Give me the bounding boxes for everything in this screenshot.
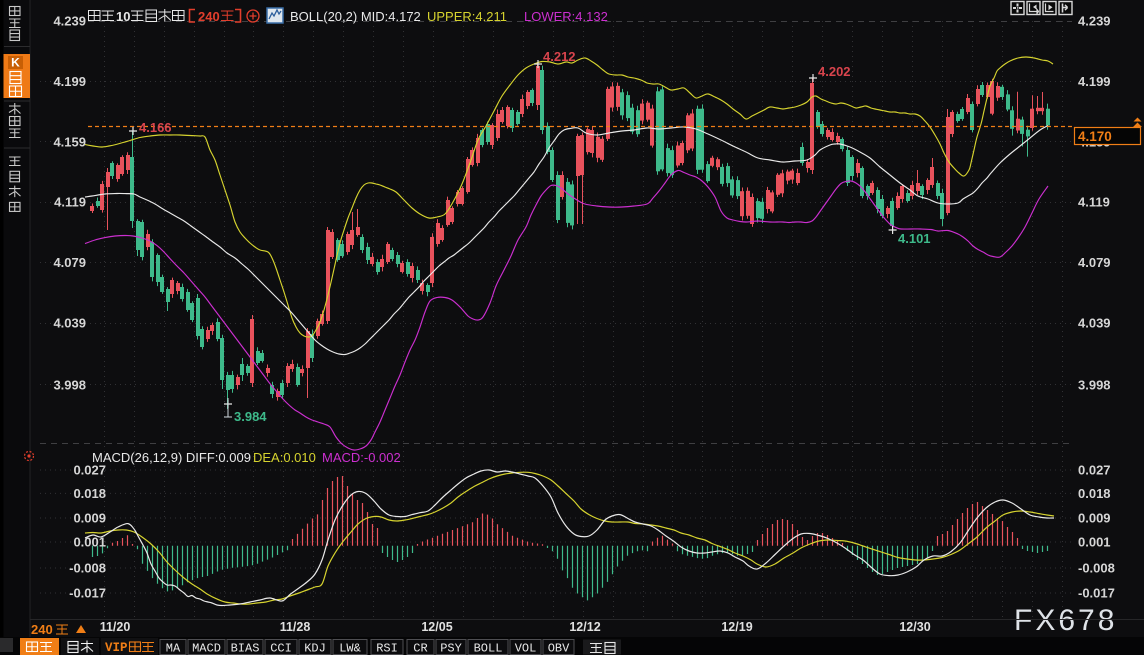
svg-text:4.166: 4.166 xyxy=(139,120,172,135)
svg-text:-0.017: -0.017 xyxy=(69,586,106,601)
svg-text:DEA:0.010: DEA:0.010 xyxy=(253,450,316,465)
svg-text:12/12: 12/12 xyxy=(569,620,600,634)
svg-text:0.009: 0.009 xyxy=(73,511,106,526)
svg-text:MACD: MACD xyxy=(192,642,221,655)
svg-text:240: 240 xyxy=(31,622,53,637)
svg-text:4.079: 4.079 xyxy=(53,255,86,270)
svg-text:0.018: 0.018 xyxy=(1078,486,1111,501)
svg-text:-0.008: -0.008 xyxy=(69,561,106,576)
svg-text:4.101: 4.101 xyxy=(898,231,931,246)
svg-text:11/20: 11/20 xyxy=(100,620,131,634)
svg-text:BIAS: BIAS xyxy=(231,642,260,655)
svg-text:3.998: 3.998 xyxy=(1078,377,1111,392)
svg-text:0.018: 0.018 xyxy=(73,486,106,501)
svg-text:MACD:-0.002: MACD:-0.002 xyxy=(322,450,401,465)
svg-text:10: 10 xyxy=(116,9,130,24)
svg-text:K: K xyxy=(11,56,20,70)
svg-text:3.984: 3.984 xyxy=(234,409,267,424)
svg-text:FX678: FX678 xyxy=(1014,604,1117,637)
svg-text:4.239: 4.239 xyxy=(53,14,86,29)
svg-text:0.027: 0.027 xyxy=(1078,463,1111,478)
svg-text:3.998: 3.998 xyxy=(53,377,86,392)
svg-text:RSI: RSI xyxy=(376,642,398,655)
svg-text:0.009: 0.009 xyxy=(1078,511,1111,526)
svg-text:MA: MA xyxy=(166,642,181,655)
svg-text:12/30: 12/30 xyxy=(899,620,930,634)
svg-text:4.199: 4.199 xyxy=(53,74,86,89)
svg-text:4.199: 4.199 xyxy=(1078,74,1111,89)
svg-text:CCI: CCI xyxy=(270,642,292,655)
svg-text:4.159: 4.159 xyxy=(53,134,86,149)
svg-text:4.170: 4.170 xyxy=(1078,129,1112,144)
svg-text:12/19: 12/19 xyxy=(721,620,752,634)
svg-text:LOWER:4.132: LOWER:4.132 xyxy=(524,9,608,24)
svg-text:0.001: 0.001 xyxy=(73,535,106,550)
svg-text:OBV: OBV xyxy=(548,642,570,655)
svg-text:4.212: 4.212 xyxy=(543,49,576,64)
svg-text:4.079: 4.079 xyxy=(1078,255,1111,270)
svg-text:240: 240 xyxy=(198,9,220,24)
svg-text:-0.008: -0.008 xyxy=(1078,561,1115,576)
svg-text:PSY: PSY xyxy=(440,642,462,655)
svg-text:LW&: LW& xyxy=(339,642,361,655)
svg-text:BOLL(20,2) MID:4.172: BOLL(20,2) MID:4.172 xyxy=(290,9,421,24)
svg-text:4.119: 4.119 xyxy=(1078,195,1110,210)
svg-text:-0.017: -0.017 xyxy=(1078,586,1115,601)
svg-text:12/05: 12/05 xyxy=(421,620,452,634)
svg-text:CR: CR xyxy=(413,642,427,655)
svg-text:KDJ: KDJ xyxy=(304,642,326,655)
svg-text:11/28: 11/28 xyxy=(280,620,311,634)
svg-text:VIP: VIP xyxy=(105,641,128,655)
svg-text:BOLL: BOLL xyxy=(474,642,503,655)
svg-text:MACD(26,12,9) DIFF:0.009: MACD(26,12,9) DIFF:0.009 xyxy=(92,450,251,465)
svg-text:4.039: 4.039 xyxy=(1078,316,1111,331)
svg-text:UPPER:4.211: UPPER:4.211 xyxy=(427,9,507,24)
svg-text:0.001: 0.001 xyxy=(1078,535,1111,550)
svg-text:4.119: 4.119 xyxy=(54,195,86,210)
svg-text:VOL: VOL xyxy=(515,642,537,655)
svg-text:4.239: 4.239 xyxy=(1078,14,1111,29)
svg-text:4.202: 4.202 xyxy=(818,64,851,79)
svg-text:4.039: 4.039 xyxy=(53,316,86,331)
